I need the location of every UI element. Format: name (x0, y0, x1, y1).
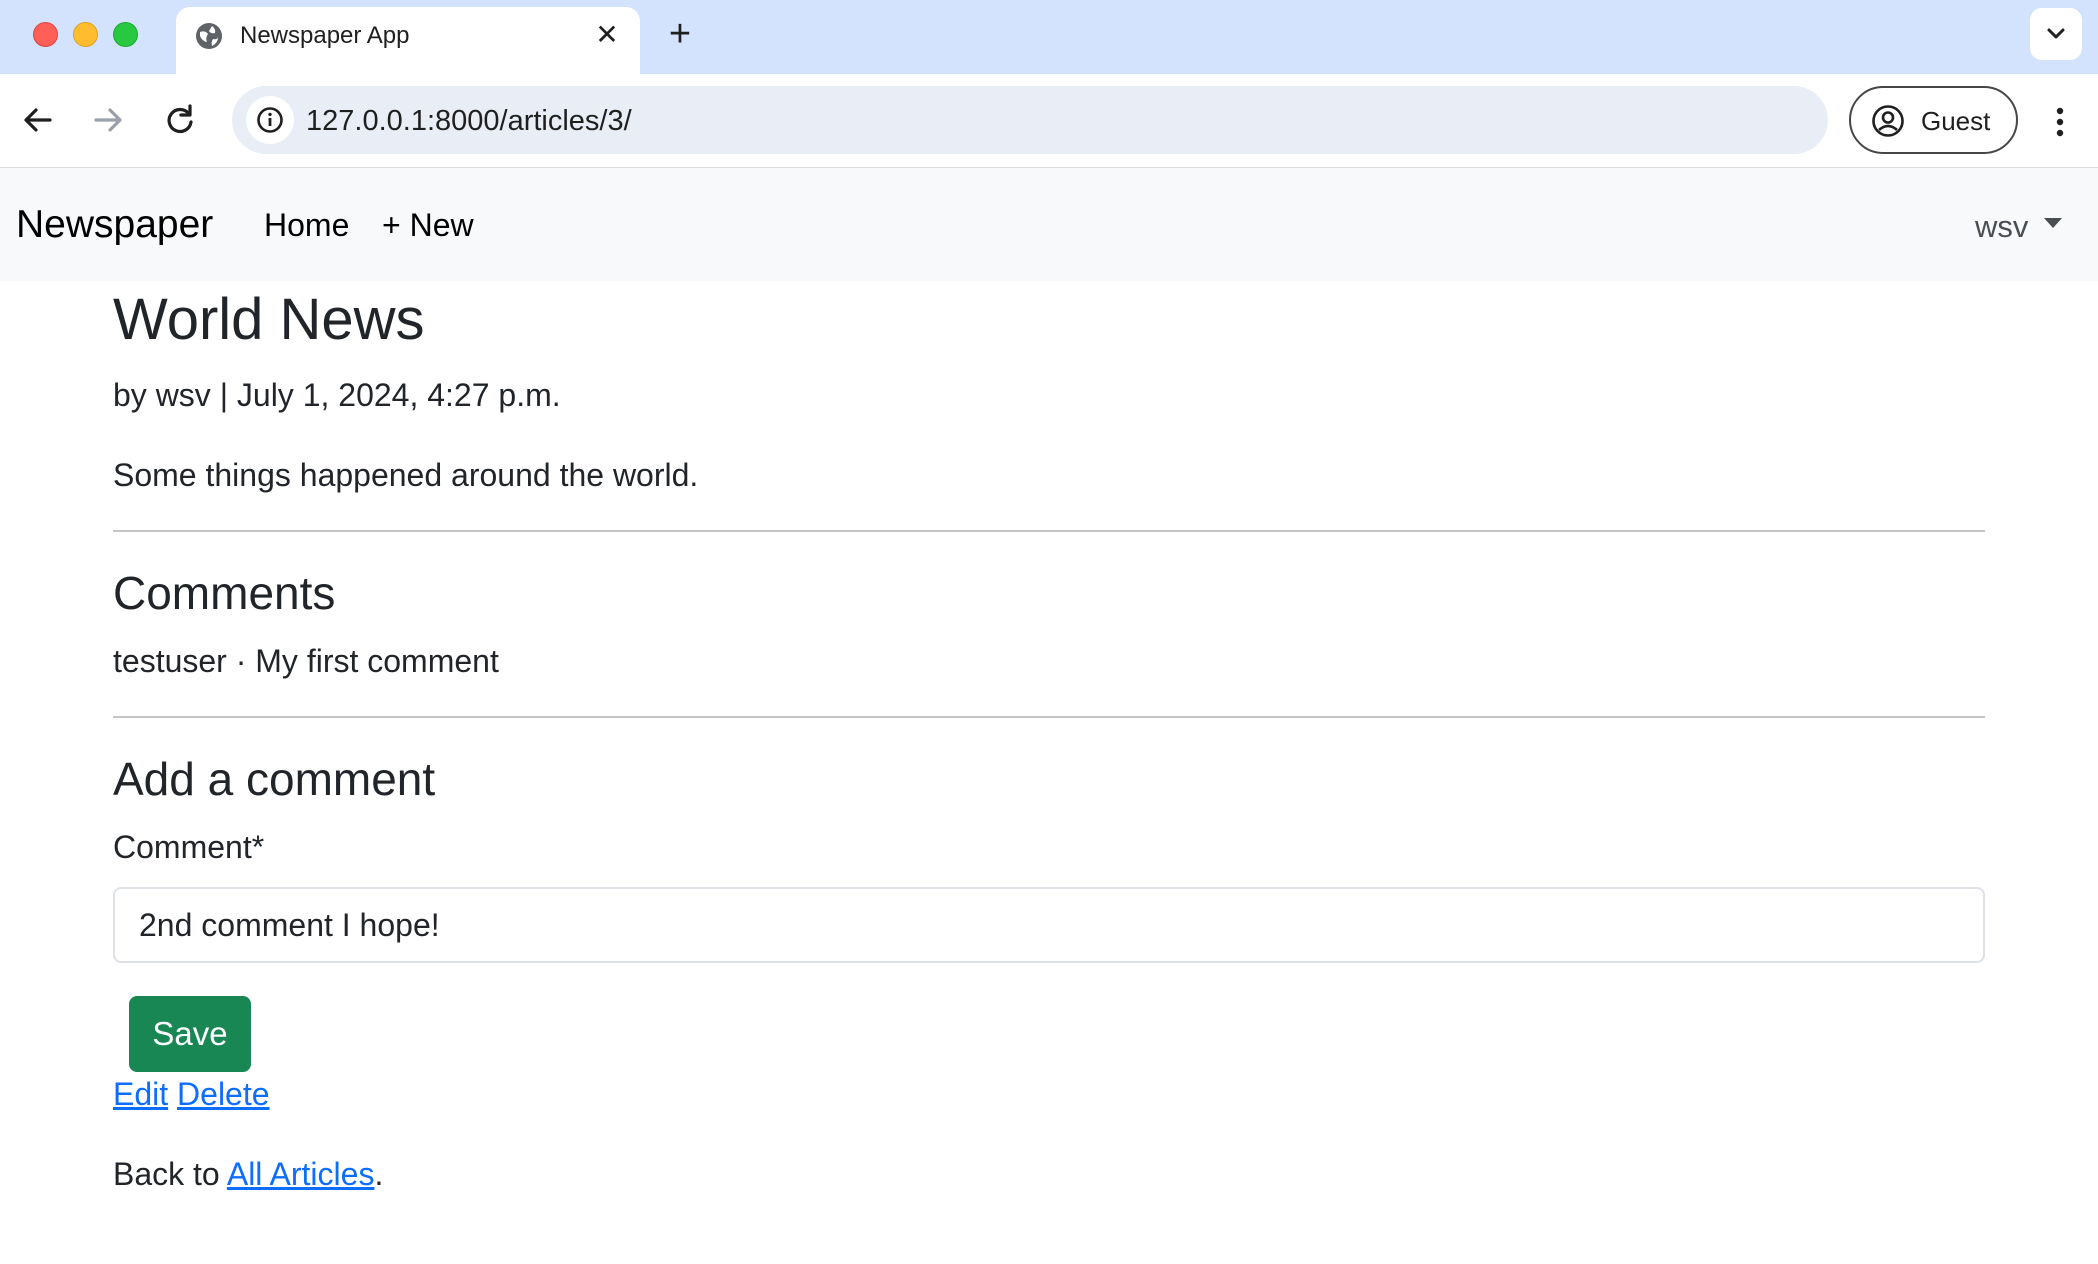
account-circle-icon (1872, 105, 1904, 137)
arrow-left-icon (24, 108, 52, 132)
browser-toolbar: 127.0.0.1:8000/articles/3/ Guest (0, 74, 2098, 168)
globe-icon (194, 21, 224, 51)
user-name: wsv (1975, 209, 2029, 244)
chevron-down-icon (2047, 28, 2065, 39)
reload-button[interactable] (158, 98, 202, 142)
divider (113, 530, 1985, 532)
tab-close-icon[interactable]: ✕ (592, 20, 622, 50)
save-button[interactable]: Save (129, 996, 251, 1072)
comment-input[interactable] (113, 887, 1985, 963)
address-bar[interactable]: 127.0.0.1:8000/articles/3/ (232, 86, 1828, 154)
back-to-articles: Back to All Articles. (113, 1154, 383, 1194)
profile-label: Guest (1921, 106, 1991, 136)
reload-icon (167, 104, 193, 134)
article-byline: by wsv | July 1, 2024, 4:27 p.m. (113, 377, 561, 413)
browser-tab-strip: Newspaper App ✕ + (0, 0, 2098, 74)
article-actions: Edit Delete (113, 1074, 270, 1114)
back-button[interactable] (16, 98, 60, 142)
tab-title: Newspaper App (240, 22, 410, 49)
navbar-brand[interactable]: Newspaper (16, 203, 213, 247)
forward-button[interactable] (86, 98, 130, 142)
window-maximize-button[interactable] (113, 22, 138, 47)
browser-menu-button[interactable] (2040, 100, 2080, 144)
profile-button[interactable]: Guest (1849, 86, 2018, 154)
article-body: Some things happened around the world. (113, 457, 699, 493)
nav-new-link[interactable]: + New (382, 206, 474, 244)
back-prefix: Back to (113, 1156, 227, 1192)
new-tab-button[interactable]: + (660, 14, 700, 54)
article-title: World News (113, 287, 425, 352)
window-minimize-button[interactable] (73, 22, 98, 47)
edit-link[interactable]: Edit (113, 1076, 168, 1112)
comment-field-label: Comment* (113, 829, 265, 865)
user-dropdown-toggle[interactable]: wsv (1975, 208, 2063, 246)
add-comment-heading: Add a comment (113, 753, 436, 805)
window-close-button[interactable] (33, 22, 58, 47)
more-vert-icon (2056, 107, 2064, 137)
tab-search-button[interactable] (2030, 8, 2082, 60)
back-suffix: . (374, 1156, 384, 1192)
site-navbar: Newspaper Home + New wsv (0, 168, 2098, 281)
all-articles-link[interactable]: All Articles (227, 1156, 375, 1192)
caret-down-icon (2044, 217, 2063, 228)
divider (113, 716, 1985, 718)
browser-tab[interactable]: Newspaper App ✕ (176, 7, 640, 74)
arrow-right-icon (94, 108, 122, 132)
comments-heading: Comments (113, 567, 336, 619)
url-text: 127.0.0.1:8000/articles/3/ (306, 105, 632, 137)
site-info-icon[interactable] (246, 96, 294, 144)
comment-item: testuser · My first comment (113, 643, 499, 679)
nav-home-link[interactable]: Home (264, 206, 349, 244)
delete-link[interactable]: Delete (177, 1076, 270, 1112)
